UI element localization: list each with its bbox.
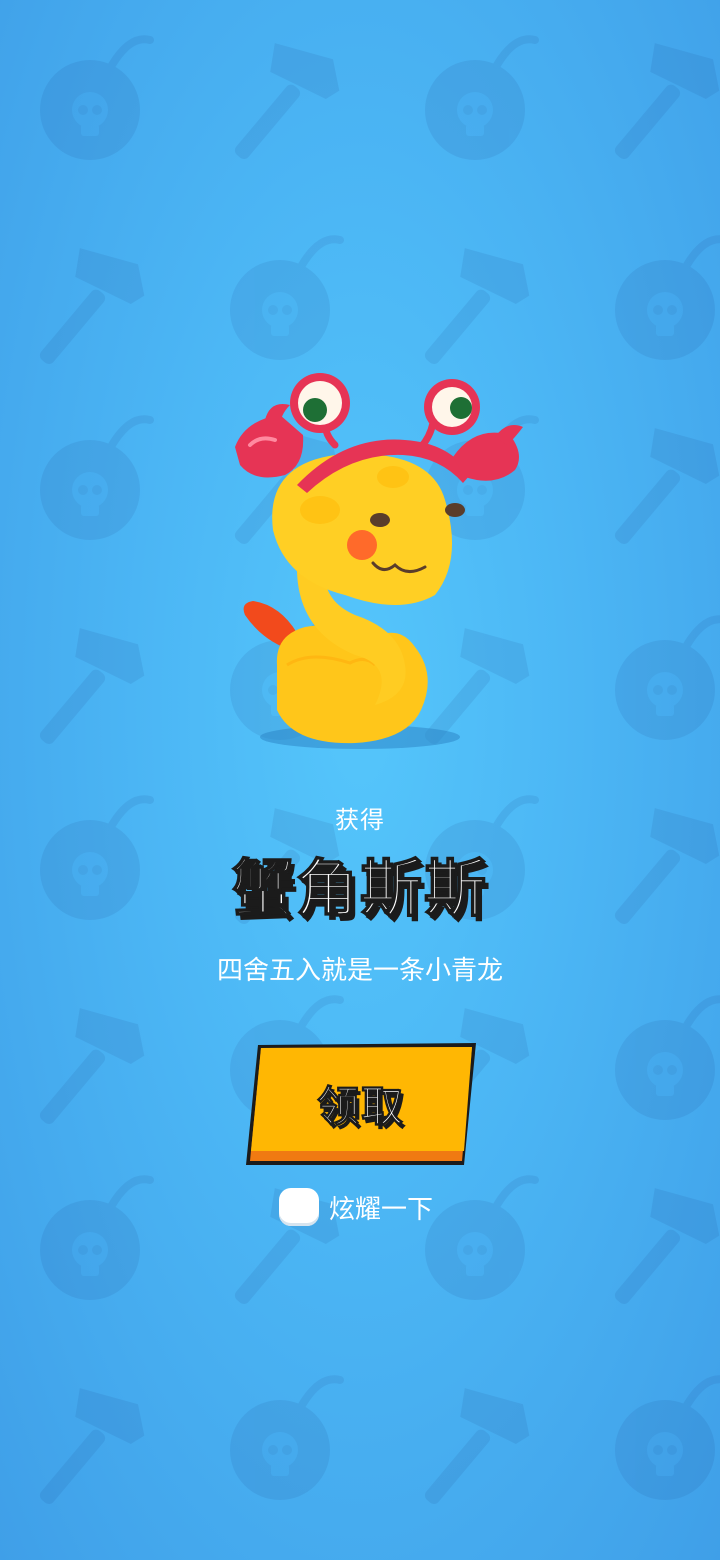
character-eye-left <box>370 513 390 527</box>
background-pattern <box>0 23 720 1507</box>
claim-button[interactable]: 领取 <box>246 1043 476 1165</box>
showoff-toggle[interactable]: 炫耀一下 <box>279 1187 433 1227</box>
showoff-label: 炫耀一下 <box>329 1194 434 1225</box>
character-cheek <box>347 530 377 560</box>
crab-claw-left <box>235 415 304 478</box>
obtained-label: 获得 <box>335 806 385 834</box>
character-eye-right <box>445 503 465 517</box>
item-name-title: 蟹角斯斯 <box>231 851 488 926</box>
claim-button-label: 领取 <box>316 1082 405 1132</box>
item-description: 四舍五入就是一条小青龙 <box>216 956 503 986</box>
showoff-checkbox[interactable] <box>279 1188 319 1226</box>
character-skin-image <box>235 373 523 749</box>
